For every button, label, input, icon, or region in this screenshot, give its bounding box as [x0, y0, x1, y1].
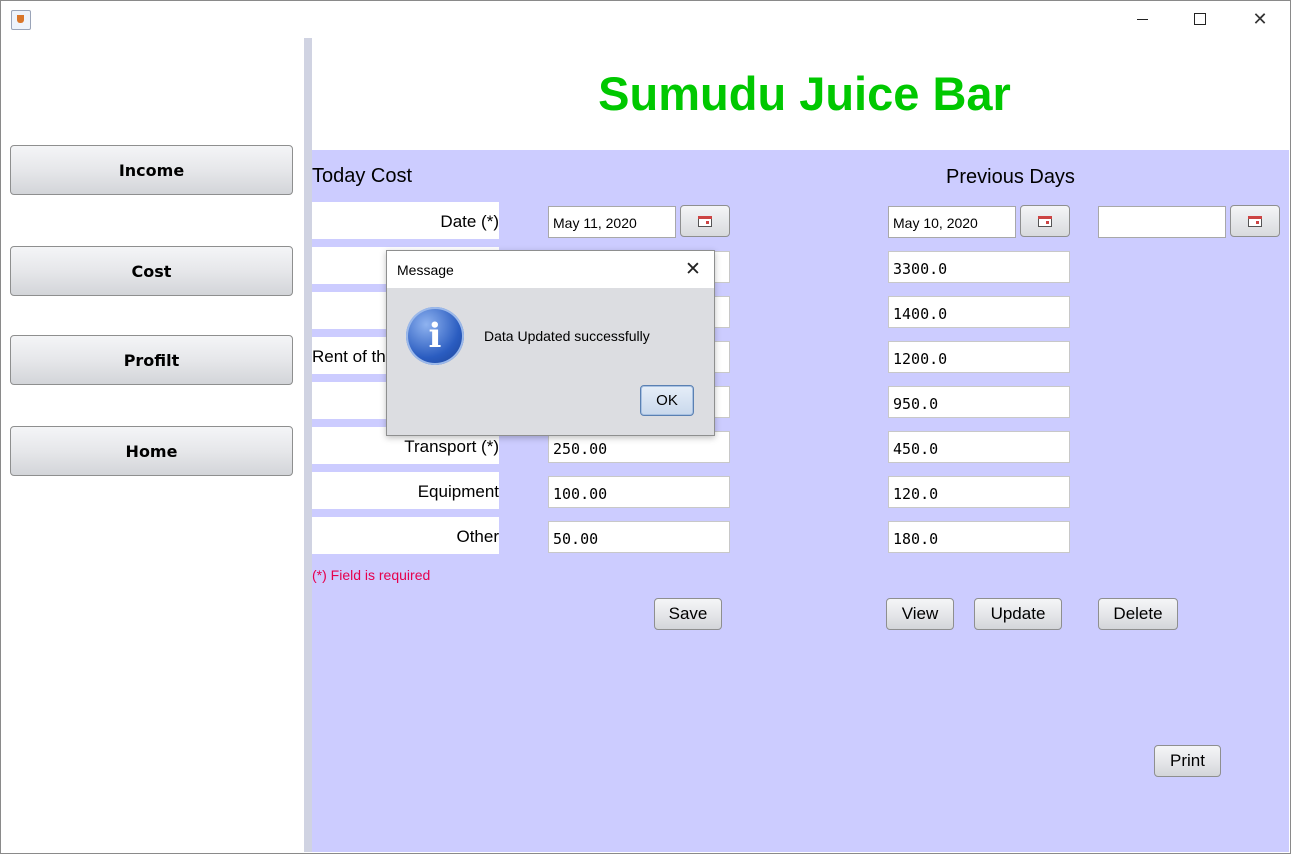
previous-cost-field-2[interactable]: 1400.0: [888, 296, 1070, 328]
previous-rent-field[interactable]: 1200.0: [888, 341, 1070, 373]
date-label-box: Date (*): [312, 202, 499, 239]
previous-other-field[interactable]: 180.0: [888, 521, 1070, 553]
close-icon: ✕: [685, 258, 701, 280]
previous-date2-picker-button[interactable]: [1230, 205, 1280, 237]
today-date-field[interactable]: May 11, 2020: [548, 206, 676, 238]
equipment-label-box: Equipment: [312, 472, 499, 509]
page-title: Sumudu Juice Bar: [598, 67, 1011, 120]
income-button[interactable]: Income: [10, 145, 293, 195]
transport-label: Transport (*): [404, 437, 499, 456]
previous-cost-field-1[interactable]: 3300.0: [888, 251, 1070, 283]
split-pane-divider[interactable]: [304, 38, 312, 852]
previous-transport-field[interactable]: 450.0: [888, 431, 1070, 463]
update-button[interactable]: Update: [974, 598, 1062, 630]
date-label: Date (*): [440, 212, 499, 231]
print-button[interactable]: Print: [1154, 745, 1221, 777]
ok-button[interactable]: OK: [640, 385, 694, 416]
minimize-button[interactable]: [1119, 1, 1165, 37]
previous-cost-field-4[interactable]: 950.0: [888, 386, 1070, 418]
calendar-icon: [698, 215, 712, 227]
info-icon: i: [406, 307, 464, 365]
dialog-title: Message: [397, 262, 454, 278]
previous-days-heading: Previous Days: [946, 166, 1075, 188]
minimize-icon: [1136, 18, 1148, 20]
home-button[interactable]: Home: [10, 426, 293, 476]
dialog-title-bar: Message ✕: [387, 251, 714, 288]
today-date-picker-button[interactable]: [680, 205, 730, 237]
java-app-icon: [11, 10, 31, 30]
other-label: Other: [456, 527, 499, 546]
dialog-close-button[interactable]: ✕: [682, 258, 704, 280]
maximize-icon: [1194, 13, 1206, 25]
view-button[interactable]: View: [886, 598, 954, 630]
equipment-label: Equipment: [417, 482, 499, 501]
today-cost-heading: Today Cost: [312, 165, 413, 187]
message-dialog: Message ✕ i Data Updated successfully OK: [386, 250, 715, 436]
title-bar: ✕: [1, 1, 1290, 37]
today-equipment-field[interactable]: 100.00: [548, 476, 730, 508]
delete-button[interactable]: Delete: [1098, 598, 1178, 630]
cost-button[interactable]: Cost: [10, 246, 293, 296]
previous-date-field[interactable]: May 10, 2020: [888, 206, 1016, 238]
previous-equipment-field[interactable]: 120.0: [888, 476, 1070, 508]
rent-label: Rent of th: [312, 347, 386, 366]
dialog-message: Data Updated successfully: [484, 328, 650, 344]
previous-date-picker-button[interactable]: [1020, 205, 1070, 237]
save-button[interactable]: Save: [654, 598, 722, 630]
previous-date2-field[interactable]: [1098, 206, 1226, 238]
close-icon: ✕: [1252, 8, 1268, 30]
close-window-button[interactable]: ✕: [1237, 1, 1283, 37]
required-field-note: (*) Field is required: [312, 567, 431, 583]
calendar-icon: [1248, 215, 1262, 227]
maximize-button[interactable]: [1177, 1, 1223, 37]
calendar-icon: [1038, 215, 1052, 227]
profit-button[interactable]: Profilt: [10, 335, 293, 385]
today-other-field[interactable]: 50.00: [548, 521, 730, 553]
other-label-box: Other: [312, 517, 499, 554]
